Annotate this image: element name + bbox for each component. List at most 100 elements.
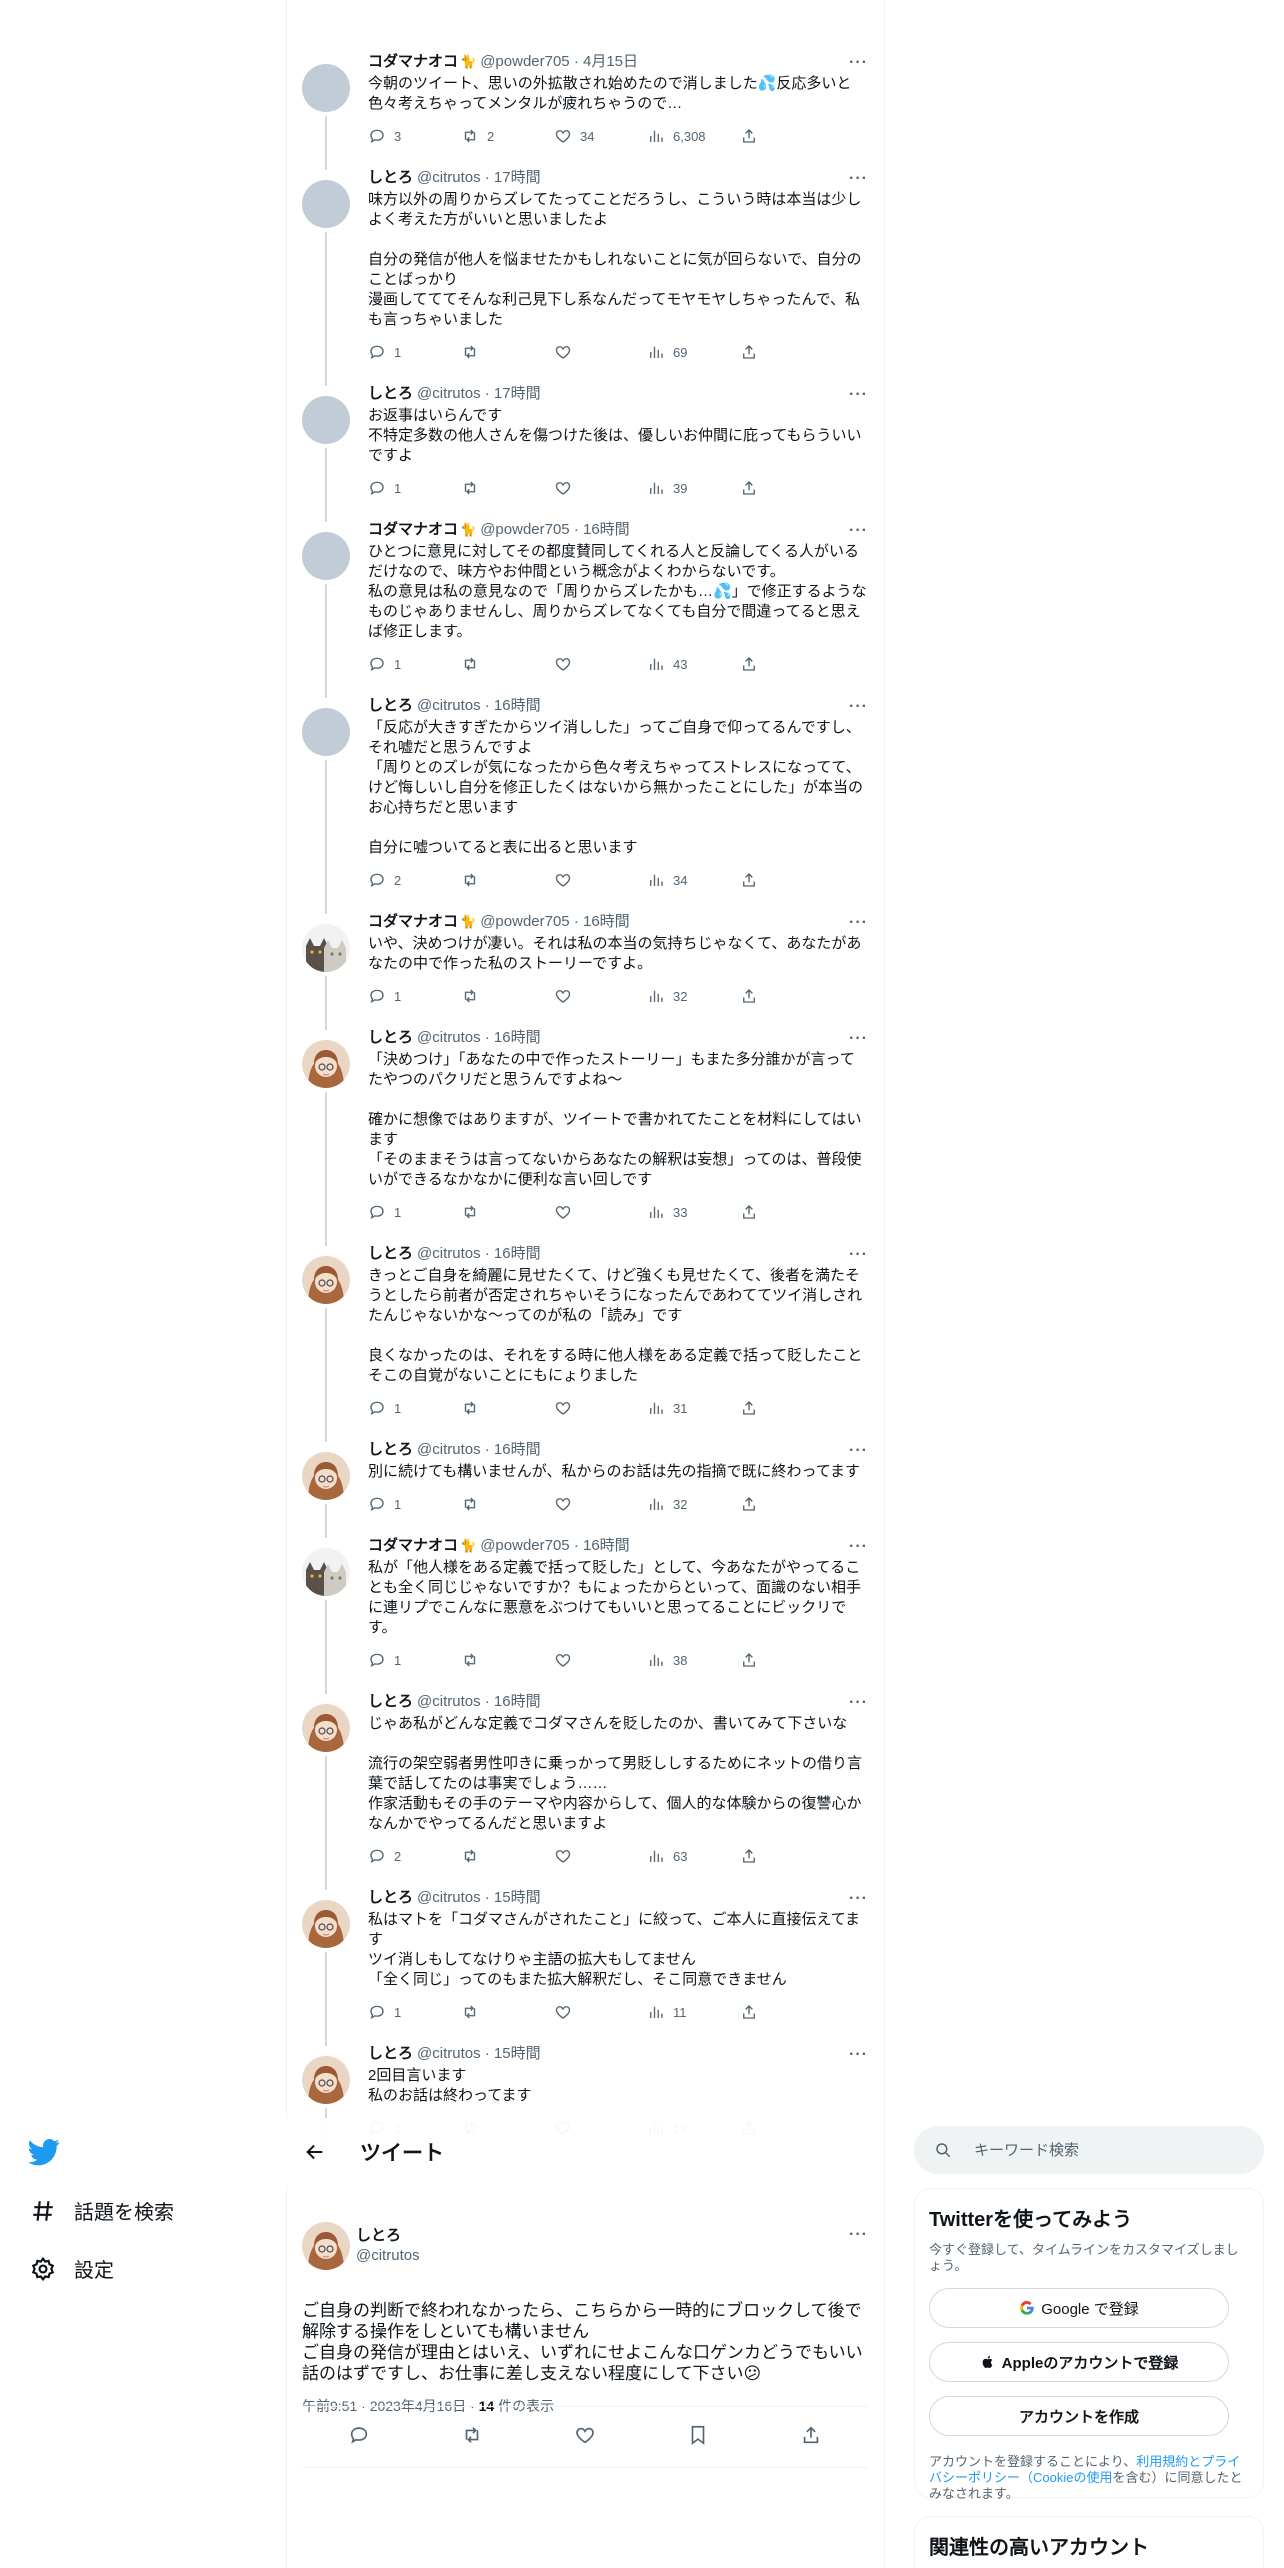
reply-button[interactable] (348, 2424, 370, 2451)
reply-tweet[interactable]: しとろ @citrutos · 16時間 ··· 別に続けても構いませんが、私か… (286, 1428, 884, 1538)
handle-and-time[interactable]: @citrutos · 17時間 (417, 384, 541, 404)
share-button[interactable] (740, 127, 833, 145)
reply-tweet[interactable]: コダマナオコ 🐈 @powder705 · 16時間 ··· いや、決めつけが凄… (286, 900, 884, 1030)
retweet-button[interactable] (461, 987, 554, 1005)
avatar[interactable] (302, 532, 350, 580)
like-button[interactable] (554, 1495, 647, 1513)
twitter-logo-icon[interactable] (28, 2136, 60, 2168)
nav-settings[interactable]: 設定 (30, 2254, 114, 2283)
handle-and-time[interactable]: @citrutos · 15時間 (417, 2044, 541, 2064)
reply-tweet[interactable]: しとろ @citrutos · 17時間 ··· 味方以外の周りからズレてたって… (286, 156, 884, 386)
display-name[interactable]: コダマナオコ (368, 520, 458, 540)
reply-tweet[interactable]: しとろ @citrutos · 17時間 ··· お返事はいらんです 不特定多数… (286, 372, 884, 522)
more-options-icon[interactable]: ··· (849, 1694, 868, 1712)
share-button[interactable] (740, 871, 833, 889)
reply-tweet[interactable]: しとろ @citrutos · 15時間 ··· 私はマトを「コダマさんがされた… (286, 1876, 884, 2046)
views-button[interactable]: 39 (647, 479, 740, 497)
avatar[interactable] (302, 396, 350, 444)
handle-and-time[interactable]: @powder705 · 16時間 (480, 1536, 629, 1556)
share-button[interactable] (800, 2424, 822, 2451)
views-button[interactable]: 6,308 (647, 127, 740, 145)
views-button[interactable]: 38 (647, 1651, 740, 1669)
share-button[interactable] (740, 1399, 833, 1417)
display-name[interactable]: しとろ (368, 168, 413, 188)
search-box[interactable] (914, 2126, 1264, 2174)
reply-tweet[interactable]: コダマナオコ 🐈 @powder705 · 16時間 ··· 私が「他人様をある… (286, 1524, 884, 1694)
apple-signup-button[interactable]: Appleのアカウントで登録 (929, 2342, 1229, 2382)
nav-explore[interactable]: 話題を検索 (30, 2196, 174, 2225)
share-button[interactable] (740, 2003, 833, 2021)
like-button[interactable] (554, 1651, 647, 1669)
avatar[interactable] (302, 1040, 350, 1088)
share-button[interactable] (740, 343, 833, 361)
display-name[interactable]: コダマナオコ (368, 1536, 458, 1556)
more-options-icon[interactable]: ··· (849, 1030, 868, 1048)
reply-tweet[interactable]: コダマナオコ 🐈 @powder705 · 16時間 ··· ひとつに意見に対し… (286, 508, 884, 698)
like-button[interactable] (554, 655, 647, 673)
reply-button[interactable]: 3 (368, 127, 461, 145)
handle-and-time[interactable]: @powder705 · 16時間 (480, 912, 629, 932)
display-name[interactable]: コダマナオコ (368, 52, 458, 72)
display-name[interactable]: しとろ (368, 384, 413, 404)
like-button[interactable] (554, 1847, 647, 1865)
retweet-button[interactable] (461, 655, 554, 673)
display-name[interactable]: しとろ (368, 1888, 413, 1908)
reply-button[interactable]: 1 (368, 479, 461, 497)
avatar[interactable] (302, 1704, 350, 1752)
share-button[interactable] (740, 1847, 833, 1865)
display-name[interactable]: しとろ (368, 1244, 413, 1264)
share-button[interactable] (740, 479, 833, 497)
avatar[interactable] (302, 2222, 350, 2270)
reply-button[interactable]: 1 (368, 987, 461, 1005)
reply-button[interactable]: 2 (368, 871, 461, 889)
more-options-icon[interactable]: ··· (849, 1538, 868, 1556)
handle-and-time[interactable]: @citrutos · 16時間 (417, 1028, 541, 1048)
like-button[interactable] (554, 1399, 647, 1417)
retweet-button[interactable] (461, 2003, 554, 2021)
back-button[interactable] (304, 2141, 326, 2163)
avatar[interactable] (302, 1452, 350, 1500)
like-button[interactable]: 34 (554, 127, 647, 145)
reply-button[interactable]: 1 (368, 1399, 461, 1417)
retweet-button[interactable] (461, 1399, 554, 1417)
like-button[interactable] (554, 1203, 647, 1221)
retweet-button[interactable]: 2 (461, 127, 554, 145)
reply-tweet[interactable]: コダマナオコ 🐈 @powder705 · 4月15日 ··· 今朝のツイート、… (286, 40, 884, 170)
reply-tweet[interactable]: しとろ @citrutos · 16時間 ··· きっとご自身を綺麗に見せたくて… (286, 1232, 884, 1442)
views-button[interactable]: 32 (647, 987, 740, 1005)
handle-and-time[interactable]: @citrutos · 16時間 (417, 696, 541, 716)
share-button[interactable] (740, 1203, 833, 1221)
search-input[interactable] (974, 2141, 1234, 2159)
avatar[interactable] (302, 1900, 350, 1948)
reply-button[interactable]: 1 (368, 2003, 461, 2021)
bookmark-button[interactable] (687, 2424, 709, 2451)
views-button[interactable]: 34 (647, 871, 740, 889)
more-options-icon[interactable]: ··· (849, 386, 868, 404)
like-button[interactable] (554, 343, 647, 361)
share-button[interactable] (740, 987, 833, 1005)
more-options-icon[interactable]: ··· (849, 914, 868, 932)
retweet-button[interactable] (461, 343, 554, 361)
views-button[interactable]: 33 (647, 1203, 740, 1221)
google-signup-button[interactable]: Google で登録 (929, 2288, 1229, 2328)
retweet-button[interactable] (461, 1203, 554, 1221)
more-options-icon[interactable]: ··· (849, 1442, 868, 1460)
avatar[interactable] (302, 1256, 350, 1304)
views-button[interactable]: 43 (647, 655, 740, 673)
views-button[interactable]: 32 (647, 1495, 740, 1513)
retweet-button[interactable] (461, 479, 554, 497)
avatar[interactable] (302, 2056, 350, 2104)
reply-button[interactable]: 1 (368, 1651, 461, 1669)
avatar[interactable] (302, 64, 350, 112)
like-button[interactable] (554, 2003, 647, 2021)
avatar[interactable] (302, 924, 350, 972)
retweet-button[interactable] (461, 871, 554, 889)
more-options-icon[interactable]: ··· (849, 1246, 868, 1264)
display-name[interactable]: しとろ (368, 1028, 413, 1048)
share-button[interactable] (740, 1651, 833, 1669)
handle-and-time[interactable]: @powder705 · 16時間 (480, 520, 629, 540)
display-name[interactable]: しとろ (368, 2044, 413, 2064)
avatar[interactable] (302, 1548, 350, 1596)
retweet-button[interactable] (461, 1495, 554, 1513)
display-name[interactable]: しとろ (368, 1440, 413, 1460)
